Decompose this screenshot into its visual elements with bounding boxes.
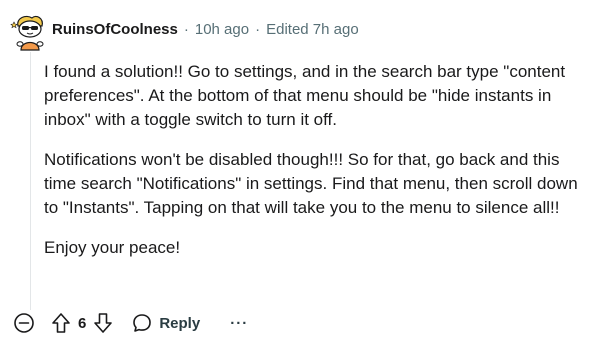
meta-separator: · xyxy=(183,20,189,38)
thread-line[interactable] xyxy=(30,52,31,310)
comment-body: I found a solution!! Go to settings, and… xyxy=(44,60,584,276)
downvote-arrow-icon xyxy=(94,313,113,333)
meta-separator-2: · xyxy=(255,20,261,38)
avatar-snoo-icon xyxy=(10,15,44,51)
more-options-button[interactable]: ··· xyxy=(230,315,248,332)
collapse-minus-icon xyxy=(14,313,34,333)
author-username[interactable]: RuinsOfCoolness xyxy=(52,21,178,38)
downvote-button[interactable] xyxy=(92,311,114,335)
comment: RuinsOfCoolness · 10h ago · Edited 7h ag… xyxy=(0,0,600,341)
collapse-button[interactable] xyxy=(12,311,36,335)
speech-bubble-icon xyxy=(133,314,152,332)
comment-header: RuinsOfCoolness · 10h ago · Edited 7h ag… xyxy=(52,18,359,40)
edited-timestamp: Edited 7h ago xyxy=(266,20,359,38)
avatar[interactable] xyxy=(10,12,50,52)
posted-timestamp: 10h ago xyxy=(194,20,250,38)
upvote-arrow-icon xyxy=(52,313,70,333)
comment-paragraph: Notifications won't be disabled though!!… xyxy=(44,150,578,217)
vote-score: 6 xyxy=(78,314,87,332)
comment-paragraph: I found a solution!! Go to settings, and… xyxy=(44,62,566,129)
comment-paragraph: Enjoy your peace! xyxy=(44,238,181,257)
reply-label: Reply xyxy=(159,314,201,332)
upvote-button[interactable] xyxy=(50,311,72,335)
reply-button[interactable]: Reply xyxy=(132,309,200,337)
comment-action-bar: 6 Reply ··· xyxy=(12,308,248,338)
